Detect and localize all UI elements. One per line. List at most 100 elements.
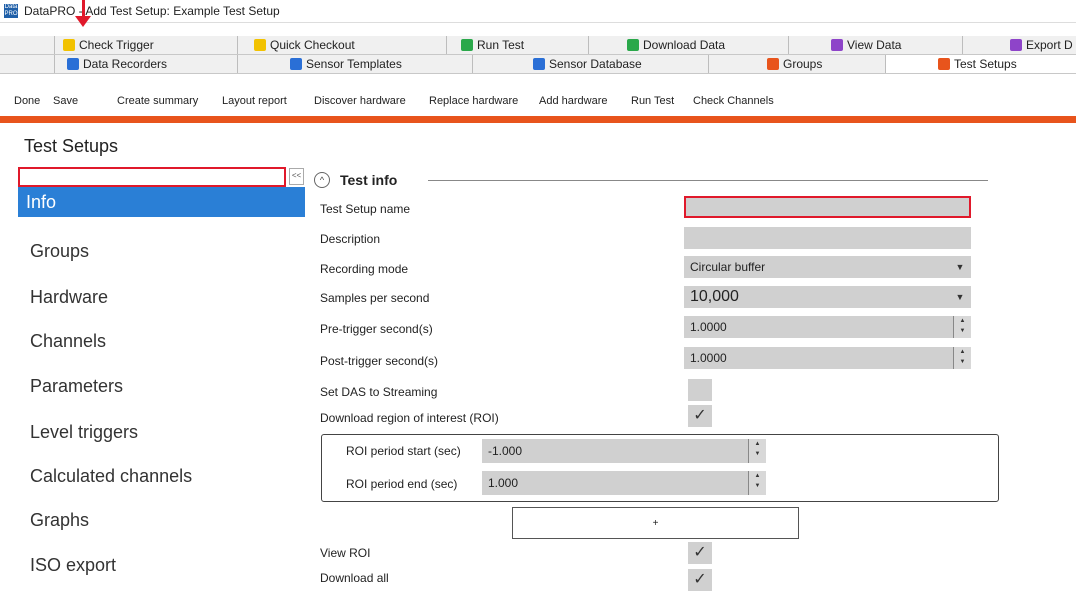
download-all-checkbox[interactable]: ✓ [688, 569, 712, 591]
spinner-icon[interactable]: ▲ ▼ [748, 471, 766, 495]
roi-start-label: ROI period start (sec) [346, 444, 461, 458]
section-title: Test Setups [24, 136, 119, 156]
title-bar: Data PRO DataPRO - Add Test Setup: Examp… [0, 0, 1076, 23]
add-hardware-button[interactable]: Add hardware [539, 95, 608, 107]
tab-check-trigger[interactable]: Check Trigger [54, 36, 268, 54]
tab-label: View Data [847, 38, 902, 52]
pre-trigger-value: 1.0000 [690, 320, 727, 334]
checkmark-icon: ✓ [693, 407, 707, 424]
dropdown-arrow-icon: ▼ [955, 292, 965, 302]
collapse-group-button[interactable]: ^ [314, 172, 330, 188]
tab-download-data[interactable]: Download Data [588, 36, 788, 54]
save-button[interactable]: Save [53, 95, 78, 107]
accent-bar [0, 116, 1076, 123]
download-icon [627, 39, 639, 51]
pre-trigger-input[interactable]: 1.0000 ▲ ▼ [684, 316, 971, 338]
das-streaming-checkbox[interactable] [688, 379, 712, 401]
tab-view-data[interactable]: View Data [788, 36, 963, 54]
pre-trigger-label: Pre-trigger second(s) [320, 322, 433, 336]
checkmark-icon: ✓ [693, 544, 707, 561]
tab-sensor-database[interactable]: Sensor Database [472, 55, 708, 73]
roi-end-value: 1.000 [488, 476, 519, 490]
test-setup-name-input[interactable] [684, 196, 971, 218]
tab-label: Export D [1026, 38, 1073, 52]
nav-item-iso-export[interactable]: ISO export [30, 555, 116, 576]
replace-hardware-button[interactable]: Replace hardware [429, 95, 518, 107]
nav-item-graphs[interactable]: Graphs [30, 510, 89, 531]
spinner-icon[interactable]: ▲ ▼ [953, 316, 971, 338]
checkout-icon [254, 39, 266, 51]
tab-export-data[interactable]: Export D [962, 36, 1076, 54]
tab-label: Sensor Templates [306, 57, 402, 71]
das-streaming-label: Set DAS to Streaming [320, 385, 438, 399]
tab-row-2: Data Recorders Sensor Templates Sensor D… [0, 55, 1076, 74]
tab-groups[interactable]: Groups [708, 55, 885, 73]
tab-label: Sensor Database [549, 57, 642, 71]
check-channels-button[interactable]: Check Channels [693, 95, 774, 107]
run-icon [461, 39, 473, 51]
roi-start-input[interactable]: -1.000 ▲ ▼ [482, 439, 766, 463]
samples-per-second-select[interactable]: 10,000 ▼ [684, 286, 971, 308]
samples-per-second-value: 10,000 [690, 288, 739, 305]
tab-label: Test Setups [954, 57, 1017, 71]
roi-start-value: -1.000 [488, 444, 523, 458]
recorder-icon [67, 58, 79, 70]
tab-row-1: Check Trigger Quick Checkout Run Test Do… [0, 36, 1076, 55]
nav-item-parameters[interactable]: Parameters [30, 376, 123, 397]
tab-test-setups[interactable]: Test Setups [885, 55, 1076, 73]
done-button[interactable]: Done [14, 95, 40, 107]
filter-input[interactable] [18, 167, 286, 187]
description-input[interactable] [684, 227, 971, 249]
tab-label: Check Trigger [79, 38, 154, 52]
tab-data-recorders[interactable]: Data Recorders [54, 55, 237, 73]
tab-sensor-templates[interactable]: Sensor Templates [237, 55, 472, 73]
run-test-button[interactable]: Run Test [631, 95, 674, 107]
recording-mode-value: Circular buffer [690, 260, 766, 274]
group-header: Test info [340, 172, 398, 188]
database-icon [533, 58, 545, 70]
layout-report-button[interactable]: Layout report [222, 95, 287, 107]
trigger-icon [63, 39, 75, 51]
toolbar: Done Save Create summary Layout report D… [0, 87, 1076, 113]
nav-item-channels[interactable]: Channels [30, 331, 106, 352]
post-trigger-label: Post-trigger second(s) [320, 354, 439, 368]
export-icon [1010, 39, 1022, 51]
post-trigger-value: 1.0000 [690, 351, 727, 365]
collapse-pane-button[interactable]: << [289, 168, 304, 185]
tab-label: Run Test [477, 38, 525, 52]
divider [428, 180, 988, 181]
discover-hardware-button[interactable]: Discover hardware [314, 95, 406, 107]
nav-item-calculated-channels[interactable]: Calculated channels [30, 466, 192, 487]
view-roi-checkbox[interactable]: ✓ [688, 542, 712, 564]
create-summary-button[interactable]: Create summary [117, 95, 198, 107]
roi-end-input[interactable]: 1.000 ▲ ▼ [482, 471, 766, 495]
window-title: DataPRO - Add Test Setup: Example Test S… [24, 4, 280, 18]
nav-item-level-triggers[interactable]: Level triggers [30, 422, 138, 443]
view-roi-label: View ROI [320, 546, 371, 560]
recording-mode-label: Recording mode [320, 262, 409, 276]
roi-end-label: ROI period end (sec) [346, 477, 458, 491]
annotation-arrow-head [75, 16, 91, 27]
app-icon: Data PRO [4, 4, 18, 18]
tab-quick-checkout[interactable]: Quick Checkout [237, 36, 447, 54]
add-roi-button[interactable]: + [512, 507, 799, 539]
post-trigger-input[interactable]: 1.0000 ▲ ▼ [684, 347, 971, 369]
description-label: Description [320, 232, 381, 246]
nav-item-hardware[interactable]: Hardware [30, 287, 108, 308]
spinner-icon[interactable]: ▲ ▼ [953, 347, 971, 369]
tab-label: Data Recorders [83, 57, 168, 71]
groups-icon [767, 58, 779, 70]
dropdown-arrow-icon: ▼ [955, 262, 965, 272]
download-roi-label: Download region of interest (ROI) [320, 411, 499, 425]
spinner-icon[interactable]: ▲ ▼ [748, 439, 766, 463]
tab-label: Groups [783, 57, 823, 71]
tab-label: Quick Checkout [270, 38, 355, 52]
nav-item-groups[interactable]: Groups [30, 241, 89, 262]
samples-per-second-label: Samples per second [320, 291, 430, 305]
download-roi-checkbox[interactable]: ✓ [688, 405, 712, 427]
nav-item-info[interactable]: Info [18, 187, 305, 217]
download-all-label: Download all [320, 571, 389, 585]
checkmark-icon: ✓ [693, 571, 707, 588]
template-icon [290, 58, 302, 70]
recording-mode-select[interactable]: Circular buffer ▼ [684, 256, 971, 278]
